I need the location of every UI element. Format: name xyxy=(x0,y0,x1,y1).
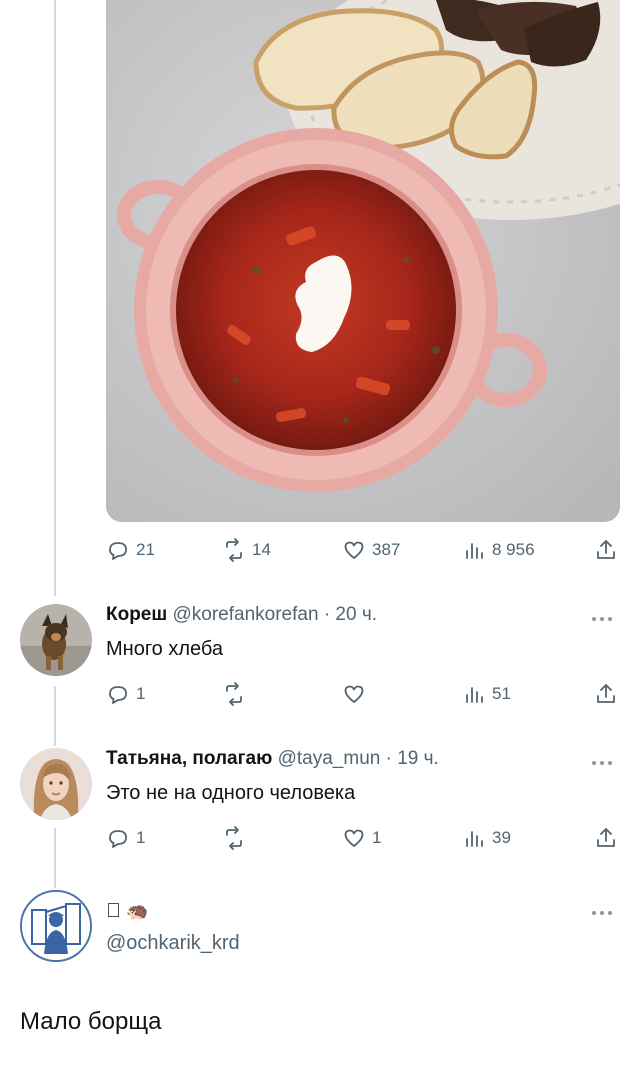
more-options-button[interactable] xyxy=(592,614,618,624)
like-button[interactable]: 1 xyxy=(342,824,381,852)
share-button[interactable] xyxy=(594,536,618,564)
share-icon xyxy=(597,540,615,559)
repost-count: 14 xyxy=(252,540,271,559)
like-button[interactable]: 387 xyxy=(342,536,400,564)
composer-account:  🦔 @ochkarik_krd xyxy=(0,890,640,970)
repost-button[interactable]: 14 xyxy=(222,536,271,564)
views-icon xyxy=(466,687,483,703)
views-icon xyxy=(466,831,483,847)
views-icon xyxy=(466,543,483,559)
dog-avatar-image xyxy=(20,604,92,676)
share-icon xyxy=(597,828,615,847)
reply-actions: 1 51 xyxy=(106,680,620,708)
reply-text: Это не на одного человека xyxy=(106,782,356,804)
like-button[interactable] xyxy=(342,680,366,708)
views-button[interactable]: 51 xyxy=(462,680,511,708)
repost-button[interactable] xyxy=(222,680,246,708)
repost-button[interactable] xyxy=(222,824,246,852)
reply-text: Много хлеба xyxy=(106,638,224,660)
avatar[interactable] xyxy=(20,604,92,676)
heart-icon xyxy=(344,685,364,703)
account-name-emoji: 🦔 xyxy=(106,901,148,921)
author-name[interactable]: Кореш xyxy=(106,604,167,625)
reply-korefan[interactable]: Кореш @korefankorefan · 20 ч. Много хлеб… xyxy=(0,604,640,722)
reply-button[interactable]: 1 xyxy=(106,824,145,852)
views-count: 8 956 xyxy=(492,540,535,559)
repost-icon xyxy=(226,538,242,562)
like-count: 1 xyxy=(372,828,382,847)
composer-text[interactable]: Мало борща xyxy=(20,1008,161,1036)
repost-icon xyxy=(226,682,242,706)
repost-icon xyxy=(226,826,242,850)
views-count: 39 xyxy=(492,828,511,847)
views-button[interactable]: 8 956 xyxy=(462,536,535,564)
reply-count: 21 xyxy=(136,540,155,559)
account-handle[interactable]: @ochkarik_krd xyxy=(106,932,240,955)
reply-header: Кореш @korefankorefan · 20 ч. xyxy=(106,604,377,626)
reply-button[interactable]: 21 xyxy=(106,536,155,564)
comment-icon xyxy=(109,830,127,848)
views-count: 51 xyxy=(492,684,511,703)
post-actions: 21 14 387 8 956 xyxy=(106,536,620,564)
thread-line-top xyxy=(54,0,56,596)
reply-actions: 1 1 39 xyxy=(106,824,620,852)
comment-icon xyxy=(109,686,127,704)
like-count: 387 xyxy=(372,540,401,559)
borscht-photo xyxy=(106,0,620,522)
reply-count: 1 xyxy=(136,684,146,703)
more-options-button[interactable] xyxy=(592,758,618,768)
woman-avatar-image xyxy=(20,748,92,820)
reply-header: Татьяна, полагаю @taya_mun · 19 ч. xyxy=(106,748,439,770)
reply-time: · 19 ч. xyxy=(385,748,439,769)
composer-header:  🦔 xyxy=(106,900,149,923)
post-photo[interactable] xyxy=(106,0,620,522)
share-button[interactable] xyxy=(594,824,618,852)
author-name[interactable]: Татьяна, полагаю xyxy=(106,748,272,769)
share-icon xyxy=(597,684,615,703)
more-options-button[interactable] xyxy=(592,908,618,918)
author-handle[interactable]: @taya_mun xyxy=(278,748,381,769)
reply-time: · 20 ч. xyxy=(323,604,378,625)
avatar[interactable] xyxy=(20,890,92,962)
reply-count: 1 xyxy=(136,828,146,847)
reply-button[interactable]: 1 xyxy=(106,680,145,708)
comment-icon xyxy=(109,542,127,560)
engineer-avatar-image xyxy=(22,892,90,960)
avatar[interactable] xyxy=(20,748,92,820)
apple-icon:  xyxy=(106,900,121,922)
views-button[interactable]: 39 xyxy=(462,824,511,852)
heart-icon xyxy=(344,829,364,847)
author-handle[interactable]: @korefankorefan xyxy=(173,604,319,625)
heart-icon xyxy=(344,541,364,559)
reply-taya-mun[interactable]: Татьяна, полагаю @taya_mun · 19 ч. Это н… xyxy=(0,748,640,866)
share-button[interactable] xyxy=(594,680,618,708)
